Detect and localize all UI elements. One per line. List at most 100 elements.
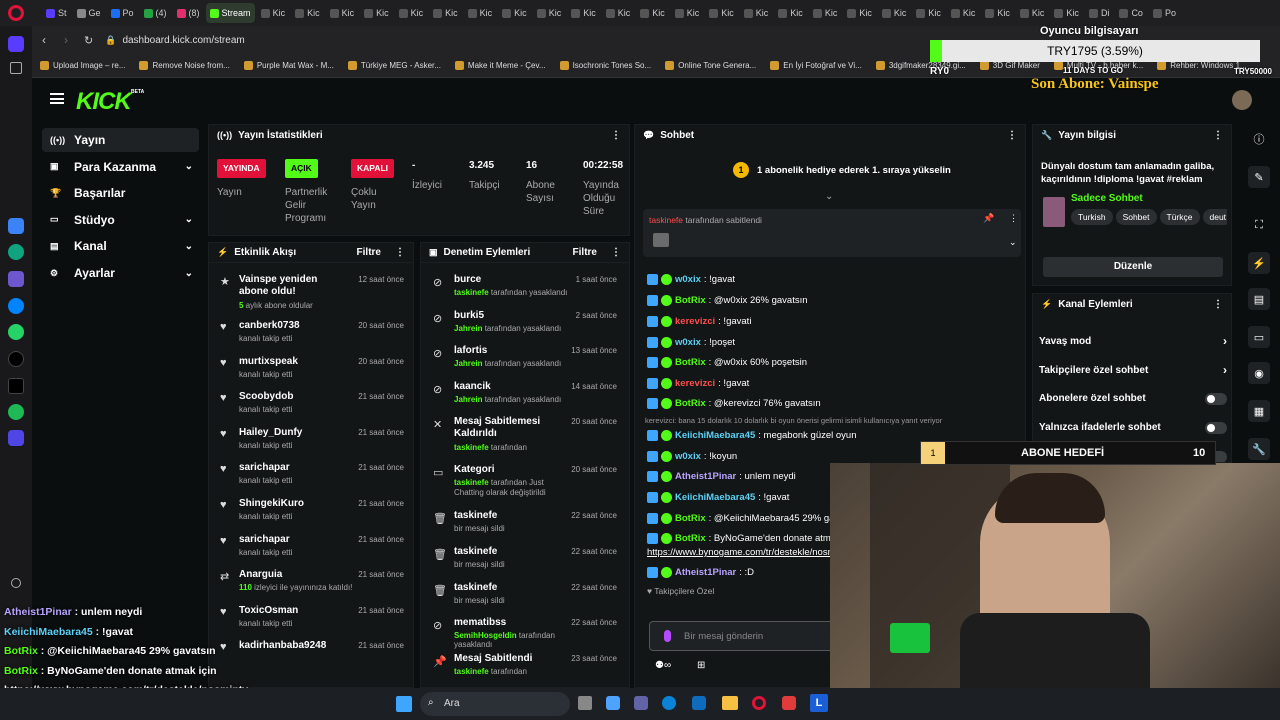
browser-tab[interactable]: Kic bbox=[981, 3, 1014, 23]
activity-item[interactable]: ♥ ShingekiKuro kanalı takip etti 21 saat ön… bbox=[209, 497, 413, 531]
chat-message[interactable]: BotRix: @KeiichiMaebara45 29% gavatsın bbox=[647, 513, 860, 524]
activity-item[interactable]: ♥ canberk0738 kanalı takip etti 20 saat önc… bbox=[209, 319, 413, 353]
browser-tab[interactable]: (8) bbox=[173, 3, 204, 23]
browser-tab[interactable]: Kic bbox=[878, 3, 911, 23]
tag-pill[interactable]: deut bbox=[1202, 209, 1227, 225]
storage-icon[interactable]: ▦ bbox=[1248, 400, 1270, 422]
chat-username[interactable]: w0xix bbox=[675, 274, 701, 285]
more-icon[interactable]: ⋮ bbox=[1009, 213, 1018, 224]
moderation-item[interactable]: 🗑 taskinefe bir mesajı sildi 22 saat önce bbox=[421, 581, 627, 615]
bookmark-item[interactable]: Isochronic Tones So... bbox=[559, 61, 651, 70]
home-icon[interactable] bbox=[8, 36, 24, 52]
emote-picker-icon[interactable]: ⚉∞ bbox=[655, 660, 671, 671]
chat-username[interactable]: BotRix bbox=[675, 533, 706, 544]
bookmark-item[interactable]: 3dgifmaker28349.gi... bbox=[875, 61, 966, 70]
tiktok-icon[interactable] bbox=[8, 351, 24, 367]
moderation-item[interactable]: 📌 Mesaj Sabitlendi taskinefe tarafından 23 … bbox=[421, 652, 627, 686]
chevron-right-icon[interactable]: › bbox=[1223, 363, 1227, 377]
collapse-icon[interactable]: ⌄ bbox=[825, 191, 833, 202]
edge-icon[interactable] bbox=[662, 696, 676, 710]
browser-tab[interactable]: Kic bbox=[326, 3, 359, 23]
gift-icon[interactable]: ⊞ bbox=[697, 660, 705, 671]
browser-tab[interactable]: Kic bbox=[533, 3, 566, 23]
channel-setting[interactable]: Abonelere özel sohbet bbox=[1039, 392, 1227, 405]
chat-username[interactable]: KeiichiMaebara45 bbox=[675, 430, 755, 441]
bookmark-item[interactable]: En İyi Fotoğraf ve Vi... bbox=[770, 61, 862, 70]
activity-item[interactable]: ★ Vainspe yeniden abone oldu! 5 aylık abon… bbox=[209, 273, 413, 310]
chat-message[interactable]: Atheist1Pinar: :D bbox=[647, 567, 754, 578]
browser-tab[interactable]: Kic bbox=[257, 3, 290, 23]
bookmark-item[interactable]: Upload Image – re... bbox=[40, 61, 125, 70]
chat-message[interactable]: w0xix: !gavat bbox=[647, 274, 735, 285]
browser-tab[interactable]: Kic bbox=[602, 3, 635, 23]
moderation-item[interactable]: ⊘ burce taskinefe tarafından yasaklandı 1 s… bbox=[421, 273, 627, 307]
document-icon[interactable]: ▤ bbox=[1248, 288, 1270, 310]
more-icon[interactable]: ⋮ bbox=[611, 247, 621, 258]
nav-item-0[interactable]: ((•)) Yayın bbox=[42, 128, 199, 152]
nav-item-4[interactable]: ▤ Kanal ⌄ bbox=[42, 234, 199, 258]
bookmark-item[interactable]: 3D Gif Maker bbox=[979, 61, 1040, 70]
chat-link[interactable]: https://www.bynogame.com/tr/destekle/nos… bbox=[647, 547, 850, 558]
chat-username[interactable]: BotRix bbox=[675, 398, 706, 409]
copilot-icon[interactable] bbox=[606, 696, 620, 710]
channel-setting[interactable]: Yalnızca ifadelerle sohbet bbox=[1039, 421, 1227, 434]
chevron-down-icon[interactable]: ⌄ bbox=[185, 214, 193, 225]
aria-icon[interactable] bbox=[8, 218, 24, 234]
chat-message[interactable]: w0xix: !poşet bbox=[647, 337, 735, 348]
pin-icon[interactable]: 📌 bbox=[983, 213, 994, 224]
nav-item-1[interactable]: ▣ Para Kazanma ⌄ bbox=[42, 155, 199, 179]
reload-icon[interactable]: ↻ bbox=[84, 34, 93, 47]
browser-tab[interactable]: Kic bbox=[498, 3, 531, 23]
more-icon[interactable]: ⋮ bbox=[395, 247, 405, 258]
x-icon[interactable] bbox=[8, 378, 24, 394]
whatsapp-icon[interactable] bbox=[8, 324, 24, 340]
chat-username[interactable]: w0xix bbox=[675, 451, 701, 462]
browser-tab[interactable]: Kic bbox=[843, 3, 876, 23]
chat-message[interactable]: kerevizci: !gavati bbox=[647, 316, 751, 327]
star-icon[interactable] bbox=[10, 62, 22, 74]
browser-tab[interactable]: St bbox=[42, 3, 71, 23]
lightning-icon[interactable]: ⚡ bbox=[1248, 252, 1270, 274]
chat-message[interactable]: BotRix: @kerevizci 76% gavatsın bbox=[647, 398, 821, 409]
moderation-item[interactable]: ▭ Kategori taskinefe tarafından Just Chatt… bbox=[421, 463, 627, 497]
back-icon[interactable]: ‹ bbox=[42, 33, 46, 47]
moderation-item[interactable]: ⊘ burki5 Jahrein tarafından yasaklandı 2 sa… bbox=[421, 309, 627, 343]
opera-logo-icon[interactable] bbox=[8, 5, 24, 21]
activity-item[interactable]: ⇄ Anarguia 110 izleyici ile yayınınıza kat… bbox=[209, 568, 413, 602]
forward-icon[interactable]: › bbox=[64, 33, 68, 47]
chat-username[interactable]: w0xix bbox=[675, 337, 701, 348]
url-text[interactable]: dashboard.kick.com/stream bbox=[122, 35, 244, 46]
activity-item[interactable]: ♥ Scoobydob kanalı takip etti 21 saat önce bbox=[209, 390, 413, 424]
chat-message[interactable]: https://www.bynogame.com/tr/destekle/nos… bbox=[647, 547, 850, 558]
browser-tab[interactable]: Stream bbox=[205, 3, 255, 23]
chat-message[interactable]: w0xix: !koyun bbox=[647, 451, 737, 462]
chat-message[interactable]: BotRix: @w0xix 60% poşetsin bbox=[647, 357, 807, 368]
channel-setting[interactable]: Yavaş mod › bbox=[1039, 334, 1227, 348]
info-icon[interactable]: ⓘ bbox=[1248, 128, 1270, 150]
store-icon[interactable] bbox=[692, 696, 706, 710]
gift-banner[interactable]: 1 abonelik hediye ederek 1. sıraya yükse… bbox=[757, 165, 951, 176]
app-icon[interactable] bbox=[782, 696, 796, 710]
pinned-message[interactable]: taskinefe tarafından sabitlendi 📌 ⋮ ⌄ bbox=[643, 209, 1021, 257]
moderation-item[interactable]: ⊘ kaancik Jahrein tarafından yasaklandı 14 … bbox=[421, 380, 627, 414]
activity-item[interactable]: ♥ sarichapar kanalı takip etti 21 saat önce bbox=[209, 461, 413, 495]
chat-bubble-icon[interactable]: ▭ bbox=[1248, 326, 1270, 348]
task-view-icon[interactable] bbox=[578, 696, 592, 710]
chat-username[interactable]: Atheist1Pinar bbox=[675, 567, 736, 578]
chat-username[interactable]: kerevizci bbox=[675, 378, 715, 389]
chat-message[interactable]: Atheist1Pinar: unlem neydi bbox=[647, 471, 796, 482]
chat-username[interactable]: kerevizci bbox=[675, 316, 715, 327]
browser-tab[interactable]: Ge bbox=[73, 3, 105, 23]
chat-message[interactable]: BotRix: @w0xix 26% gavatsın bbox=[647, 295, 808, 306]
spotify-icon[interactable] bbox=[8, 404, 24, 420]
activity-item[interactable]: ♥ sarichapar kanalı takip etti 21 saat önce bbox=[209, 533, 413, 567]
nav-item-5[interactable]: ⚙ Ayarlar ⌄ bbox=[42, 261, 199, 285]
more-icon[interactable]: ⋮ bbox=[611, 130, 621, 141]
mic-icon[interactable] bbox=[664, 630, 671, 642]
browser-tab[interactable]: Kic bbox=[809, 3, 842, 23]
edit-icon[interactable]: ✎ bbox=[1248, 166, 1270, 188]
moderation-item[interactable]: ✕ Mesaj Sabitlemesi Kaldırıldı taskinefe t… bbox=[421, 415, 627, 452]
opera-icon[interactable] bbox=[752, 696, 766, 710]
more-icon[interactable]: ⋮ bbox=[1213, 299, 1223, 310]
chat-username[interactable]: KeiichiMaebara45 bbox=[675, 492, 755, 503]
